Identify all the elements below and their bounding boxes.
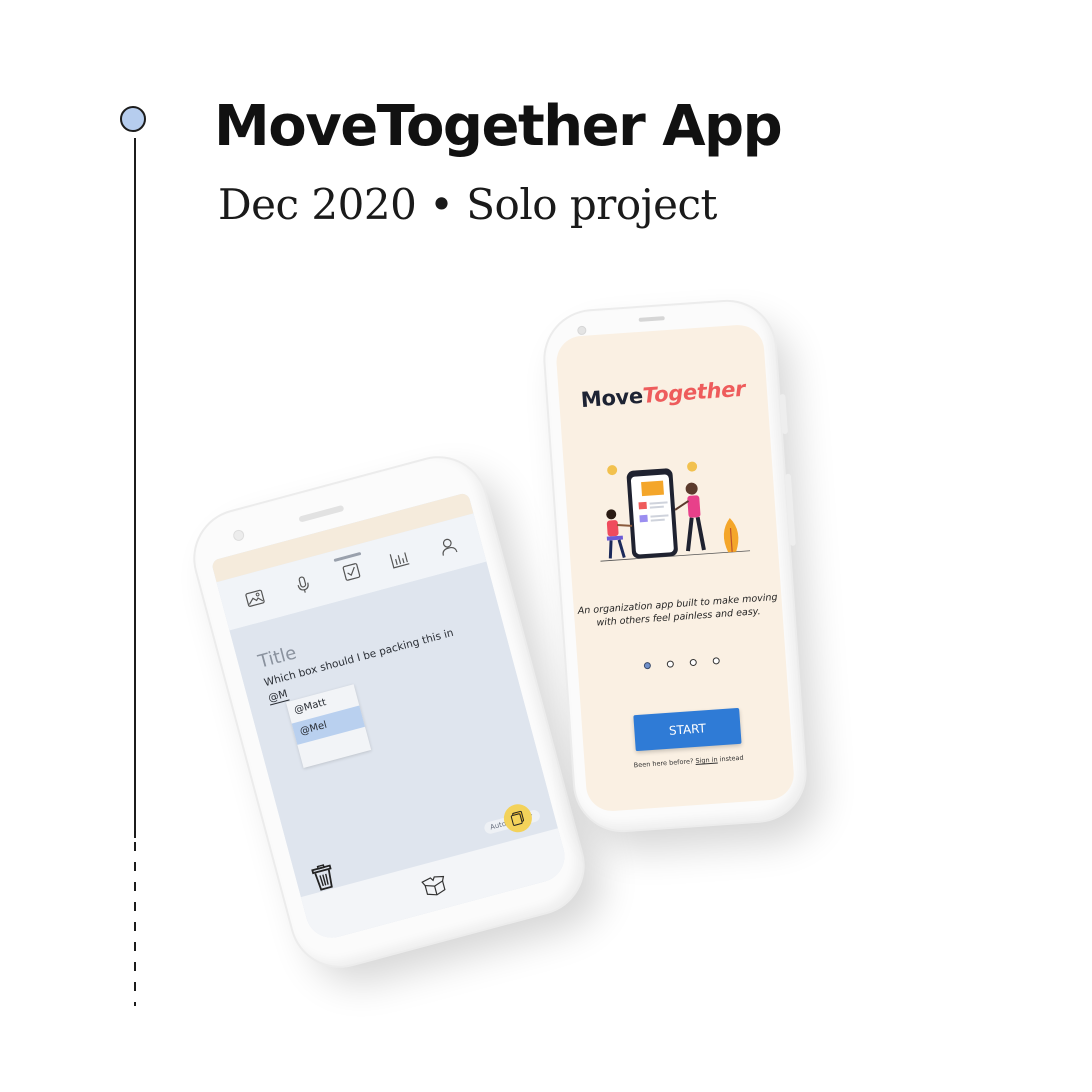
onboarding-phone-mockup: MoveTogether An organization app built t… [542, 298, 808, 834]
page-dot-3[interactable] [689, 658, 698, 667]
note-title-field[interactable]: Title [256, 642, 299, 672]
signin-prompt: Been here before? Sign in instead [585, 750, 793, 772]
signin-suffix: instead [719, 753, 744, 764]
timeline-line [134, 138, 136, 838]
front-camera [231, 528, 246, 543]
side-button-power [779, 393, 789, 435]
front-camera [577, 325, 587, 336]
page-dot-4[interactable] [712, 657, 720, 665]
side-button-volume [784, 473, 796, 546]
editor-screen: Title Which box should I be packing this… [210, 492, 571, 944]
project-title: MoveTogether App [214, 94, 783, 159]
person-icon[interactable] [435, 533, 462, 560]
timeline-dot [120, 106, 146, 132]
page-indicator [578, 653, 786, 674]
checkbox-icon[interactable] [338, 558, 365, 585]
logo-move: Move [580, 383, 644, 413]
speaker-grille [638, 316, 665, 322]
tagline: An organization app built to make moving… [573, 591, 782, 631]
mention-dropdown: @Matt @Mel [285, 684, 372, 769]
image-icon[interactable] [241, 584, 268, 611]
editor-phone-mockup: Title Which box should I be packing this… [184, 447, 594, 977]
speaker-grille [298, 504, 345, 523]
signin-link[interactable]: Sign in [695, 756, 718, 766]
project-subtitle: Dec 2020 • Solo project [218, 180, 717, 229]
page-dot-1[interactable] [643, 661, 652, 670]
start-button[interactable]: START [633, 707, 742, 752]
box-icon[interactable] [420, 873, 449, 902]
page-dot-2[interactable] [666, 660, 675, 668]
app-logo: MoveTogether [558, 375, 767, 413]
microphone-icon[interactable] [290, 571, 317, 598]
signin-prefix: Been here before? [633, 757, 694, 770]
chart-icon[interactable] [386, 546, 413, 573]
logo-together: Together [641, 376, 746, 408]
onboarding-screen: MoveTogether An organization app built t… [554, 323, 796, 813]
onboarding-illustration [600, 461, 751, 562]
timeline-dashed-line [134, 842, 136, 1006]
